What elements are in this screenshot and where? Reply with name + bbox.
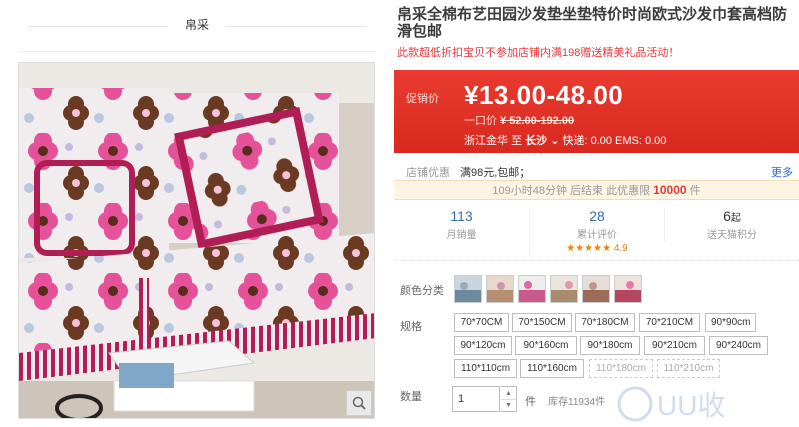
size-option[interactable]: 110*210cm (657, 359, 720, 378)
reviews-label: 累计评价 (577, 230, 617, 241)
shop-promo-row: 店铺优惠 满98元,包邮； 更多 (394, 158, 799, 182)
size-option[interactable]: 90*240cm (709, 336, 768, 355)
quantity-label: 数量 (400, 391, 422, 403)
divider (226, 26, 366, 27)
shipping-row: 浙江金华 至 长沙 ⌄ 快递: 0.00 EMS: 0.00 (464, 132, 666, 148)
timer-limit-count: 10000 (653, 183, 687, 197)
product-title: 帛采全棉布艺田园沙发垫坐垫特价时尚欧式沙发巾套高档防滑包邮 (397, 6, 788, 40)
quantity-unit: 件 (525, 396, 536, 408)
color-swatch-3[interactable] (518, 275, 546, 303)
reviews-stat[interactable]: 28 累计评价 ★★★★★ 4.9 (529, 208, 664, 254)
color-swatch-1[interactable] (454, 275, 482, 303)
swatch-thumbnail (615, 276, 641, 302)
original-price-row: 一口价 ¥ 52.00-192.00 (464, 112, 574, 128)
watermark-logo: UU收 (617, 386, 725, 422)
chevron-down-icon[interactable]: ▼ (501, 399, 516, 411)
size-label: 规格 (400, 321, 422, 333)
rating-row: ★★★★★ 4.9 (530, 243, 664, 254)
magnifier-icon (352, 396, 366, 410)
shipping-fee: 快递: 0.00 EMS: 0.00 (562, 135, 667, 147)
size-option[interactable]: 110*110cm (454, 359, 517, 378)
size-option[interactable]: 70*70CM (454, 313, 509, 332)
promo-price-label: 促销价 (406, 93, 439, 105)
shop-promo-label: 店铺优惠 (406, 167, 450, 179)
swatch-thumbnail (455, 276, 481, 302)
size-option[interactable]: 90*210cm (644, 336, 705, 355)
gallery-column: 帛采 (0, 0, 380, 427)
color-label: 颜色分类 (400, 285, 444, 297)
more-link[interactable]: 更多 (771, 164, 793, 180)
swatch-thumbnail (519, 276, 545, 302)
size-option[interactable]: 90*90cm (705, 313, 756, 332)
ship-to-label: 至 (511, 135, 523, 147)
product-main-image[interactable] (18, 62, 375, 419)
brand-name[interactable]: 帛采 (18, 16, 376, 33)
zoom-button[interactable] (346, 390, 372, 416)
original-price-label: 一口价 (464, 115, 497, 127)
promo-price: ¥13.00-48.00 (464, 80, 624, 110)
ship-to-select[interactable]: 长沙 ⌄ (525, 135, 559, 147)
reviews-count: 28 (589, 208, 605, 224)
size-option[interactable]: 70*150CM (512, 313, 572, 332)
watermark-text: UU收 (657, 390, 725, 421)
quantity-stepper[interactable]: ▲ ▼ (501, 386, 517, 412)
rating-value: 4.9 (613, 243, 628, 254)
size-option[interactable]: 70*210CM (639, 313, 700, 332)
product-info-column: 帛采全棉布艺田园沙发垫坐垫特价时尚欧式沙发巾套高档防滑包邮 此款超低折扣宝贝不参… (388, 0, 799, 427)
points-stat: 6起 送天猫积分 (664, 208, 799, 241)
ship-to-value: 长沙 (525, 135, 548, 147)
ship-from: 浙江金华 (464, 135, 508, 147)
points-label: 送天猫积分 (707, 230, 757, 241)
size-option[interactable]: 90*180cm (580, 336, 640, 355)
stats-bar: 113 月销量 28 累计评价 ★★★★★ 4.9 6起 送天猫积分 (394, 203, 799, 261)
product-subtitle: 此款超低折扣宝贝不参加店铺内满198赠送精美礼品活动！ (397, 47, 680, 59)
stock-count: 库存11934件 (548, 397, 606, 408)
chevron-down-icon: ⌄ (550, 135, 560, 147)
color-swatch-5[interactable] (582, 275, 610, 303)
size-option[interactable]: 110*160cm (520, 359, 584, 378)
star-rating-icon: ★★★★★ (566, 243, 612, 254)
size-option[interactable]: 90*160cm (515, 336, 577, 355)
color-swatch-4[interactable] (550, 275, 578, 303)
size-option[interactable]: 90*120cm (454, 336, 512, 355)
size-option[interactable]: 70*180CM (575, 313, 635, 332)
sofa-photo (19, 63, 374, 418)
size-option[interactable]: 110*180cm (589, 359, 653, 378)
monthly-sales-count: 113 (450, 208, 473, 224)
color-swatch-6[interactable] (614, 275, 642, 303)
brand-bar: 帛采 (18, 0, 376, 52)
size-options: 70*70CM 70*150CM 70*180CM 70*210CM 90*90… (454, 313, 794, 379)
points-value: 6 (723, 208, 731, 224)
swatch-thumbnail (487, 276, 513, 302)
timer-countdown: 109小时48分钟 后结束 (492, 185, 604, 197)
swatch-thumbnail (583, 276, 609, 302)
price-panel: 促销价 ¥13.00-48.00 一口价 ¥ 52.00-192.00 浙江金华… (394, 70, 799, 153)
monthly-sales-label: 月销量 (446, 230, 477, 241)
timer-limit-unit: 件 (689, 185, 701, 197)
color-swatch-2[interactable] (486, 275, 514, 303)
shop-promo-text: 满98元,包邮； (460, 167, 531, 179)
timer-limit-label: 此优惠限 (606, 185, 651, 197)
points-count: 6起 (665, 208, 799, 224)
monthly-sales-stat: 113 月销量 (394, 208, 529, 241)
points-unit: 起 (730, 213, 741, 224)
quantity-input[interactable] (452, 386, 500, 412)
promo-timer: 109小时48分钟 后结束 此优惠限 10000 件 (394, 180, 799, 200)
original-price: ¥ 52.00-192.00 (500, 115, 575, 127)
swatch-thumbnail (551, 276, 577, 302)
chevron-up-icon[interactable]: ▲ (501, 387, 516, 399)
